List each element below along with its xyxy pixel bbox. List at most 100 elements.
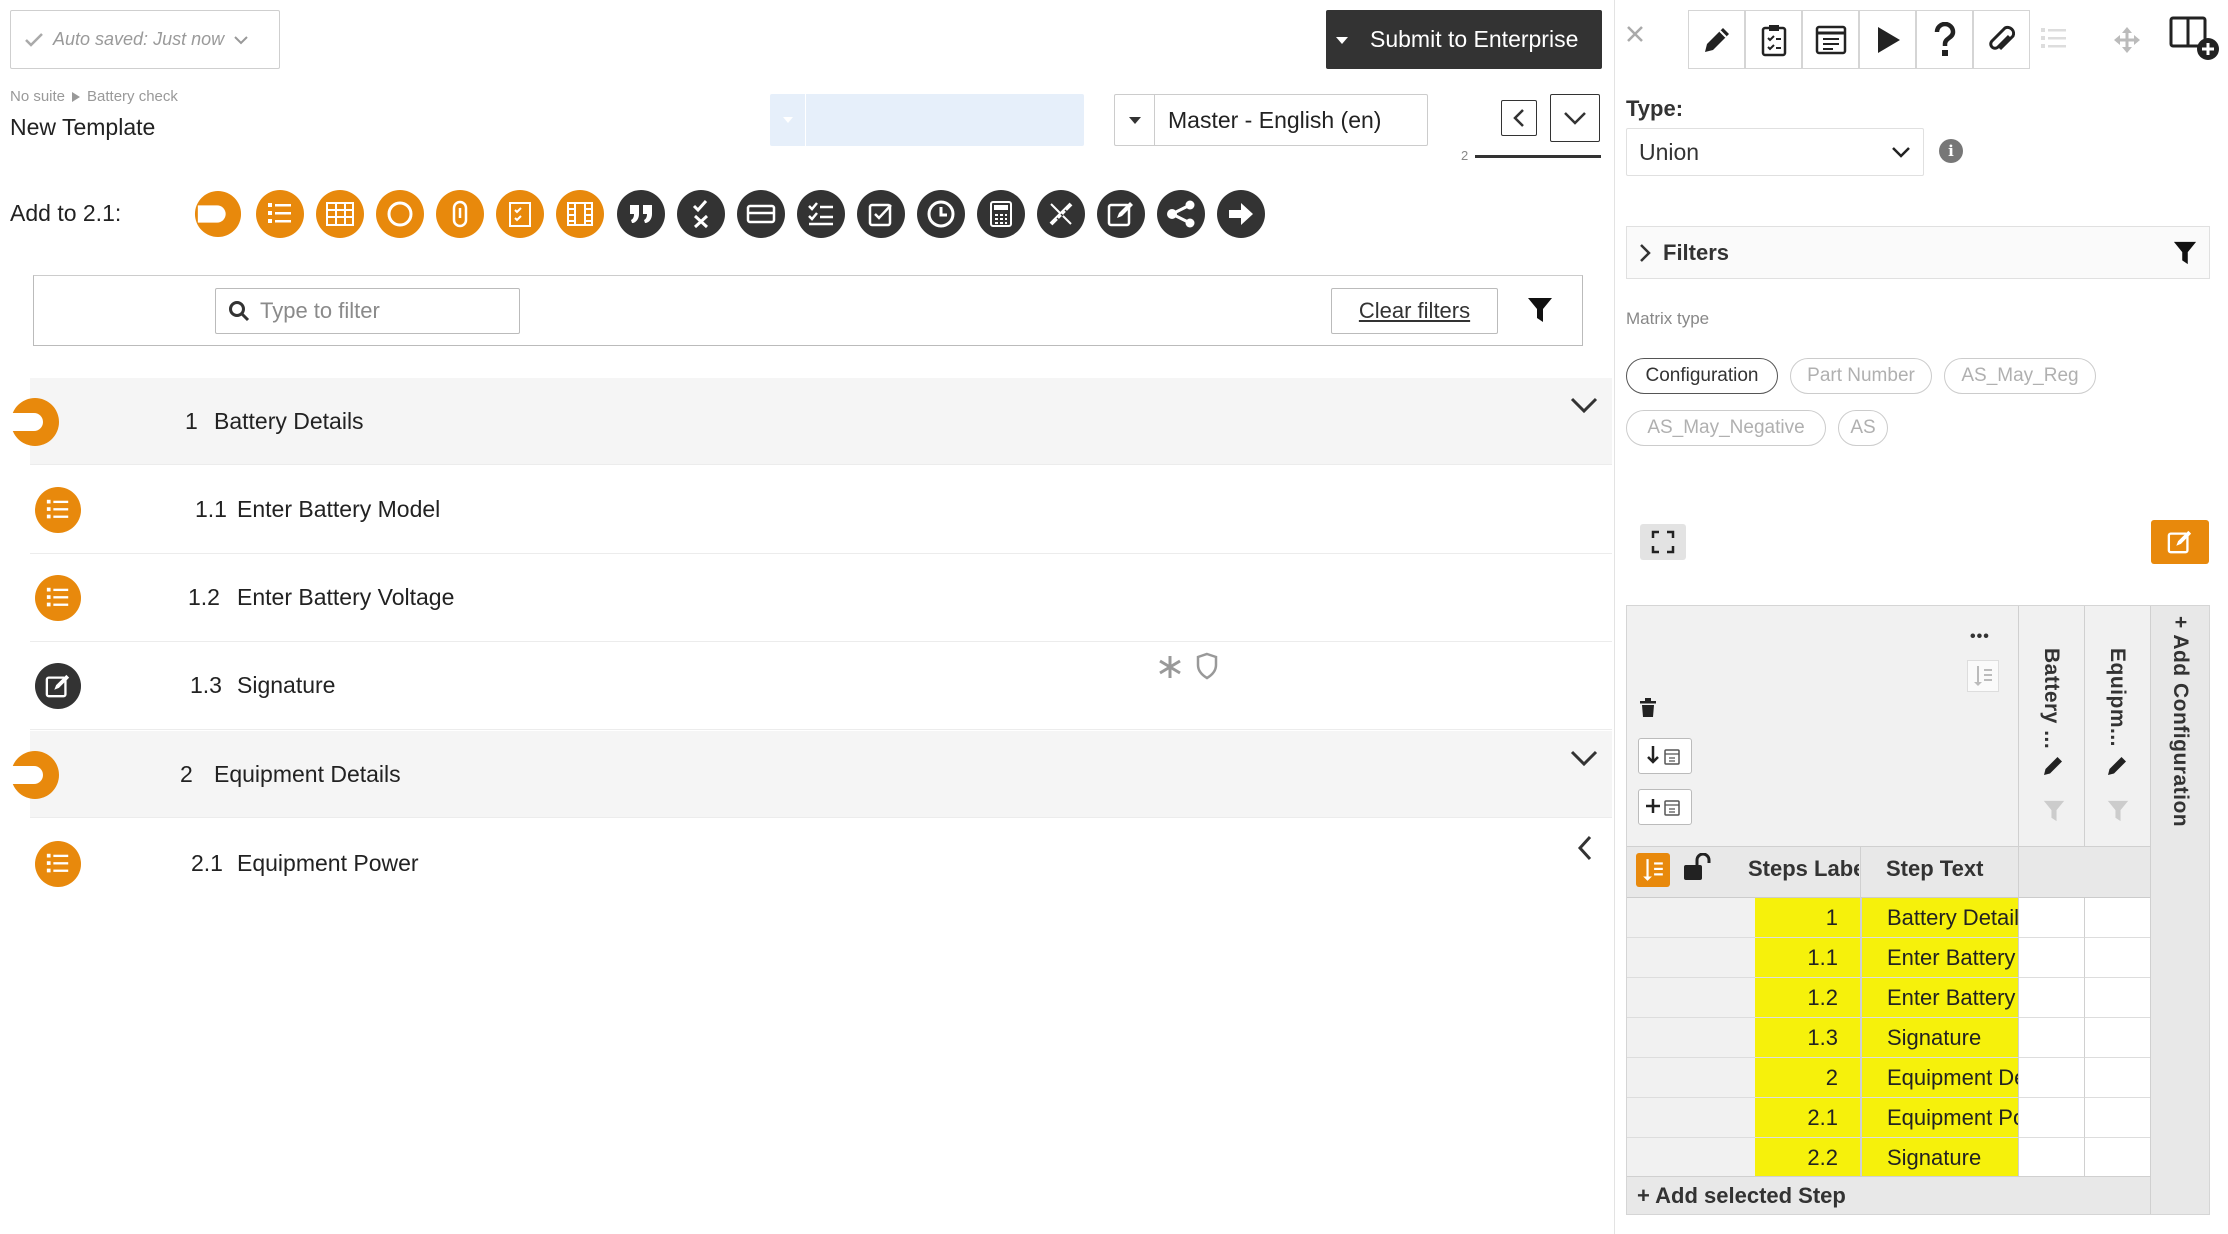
add-configuration-column[interactable]: + Add Configuration <box>2150 606 2209 1214</box>
text-field-icon[interactable] <box>737 190 785 238</box>
move-icon[interactable] <box>2113 26 2141 54</box>
pass-fail-icon[interactable] <box>677 190 725 238</box>
table-icon[interactable] <box>316 190 364 238</box>
matrix-row-select[interactable] <box>1627 898 1755 938</box>
clock-icon[interactable] <box>917 190 965 238</box>
matrix-row-select[interactable] <box>1627 1058 1755 1098</box>
chip-as[interactable]: AS <box>1838 410 1888 446</box>
matrix-cell[interactable] <box>2018 978 2084 1018</box>
section-icon[interactable] <box>194 190 242 238</box>
info-icon[interactable]: i <box>1939 139 1963 163</box>
step-row-1-2[interactable]: 1.2 Enter Battery Voltage <box>30 554 1612 642</box>
matrix-cell[interactable] <box>2018 1098 2084 1138</box>
filter-funnel-icon[interactable] <box>2107 799 2129 823</box>
step-row-2-1[interactable]: 2.1 Equipment Power <box>30 819 1612 907</box>
matrix-row[interactable]: 1.1Enter Battery Model <box>1627 938 2150 978</box>
matrix-cell[interactable] <box>2018 938 2084 978</box>
more-icon[interactable]: ••• <box>1970 628 1990 646</box>
chip-configuration[interactable]: Configuration <box>1626 358 1778 394</box>
chip-as-may-negative[interactable]: AS_May_Negative <box>1626 410 1826 446</box>
clipboard-tool-button[interactable] <box>1745 10 1802 69</box>
pencil-icon[interactable] <box>2105 754 2129 778</box>
filter-funnel-icon[interactable] <box>1527 296 1553 324</box>
pencil-icon[interactable] <box>2041 754 2065 778</box>
caret-down-icon[interactable] <box>1326 10 1358 69</box>
matrix-row[interactable]: 2Equipment Details <box>1627 1058 2150 1098</box>
matrix-row-select[interactable] <box>1627 1138 1755 1178</box>
filters-header[interactable]: Filters <box>1626 226 2210 279</box>
filter-input[interactable]: Type to filter <box>215 288 520 334</box>
sort-button[interactable] <box>1636 853 1670 887</box>
clear-filters-button[interactable]: Clear filters <box>1331 288 1498 334</box>
matrix-cell[interactable] <box>2084 978 2150 1018</box>
calculator-icon[interactable] <box>977 190 1025 238</box>
quote-icon[interactable] <box>617 190 665 238</box>
insert-step-button[interactable] <box>1638 738 1692 774</box>
matrix-row-select[interactable] <box>1627 978 1755 1018</box>
matrix-row-select[interactable] <box>1627 938 1755 978</box>
arrow-right-icon[interactable] <box>1217 190 1265 238</box>
run-tool-button[interactable] <box>1859 10 1916 69</box>
add-panel-icon[interactable] <box>2168 14 2222 62</box>
breadcrumb-item[interactable]: Battery check <box>87 88 178 105</box>
step-text-header[interactable]: Step Text <box>1886 856 1983 882</box>
matrix-row-select[interactable] <box>1627 1018 1755 1058</box>
matrix-cell[interactable] <box>2084 1018 2150 1058</box>
prev-step-button[interactable] <box>1501 100 1537 136</box>
matrix-row[interactable]: 1.3 Signature <box>1627 1018 2150 1058</box>
numbered-list-icon[interactable] <box>256 190 304 238</box>
next-step-dropdown[interactable] <box>1550 94 1600 142</box>
chip-part-number[interactable]: Part Number <box>1790 358 1932 394</box>
chevron-down-icon[interactable] <box>1570 396 1598 414</box>
attach-tool-button[interactable] <box>1973 10 2030 69</box>
matrix-cell[interactable] <box>2084 1098 2150 1138</box>
matrix-cell[interactable] <box>2018 1058 2084 1098</box>
add-selected-step-button[interactable]: + Add selected Step <box>1627 1176 2150 1214</box>
matrix-cell[interactable] <box>2018 898 2084 938</box>
matrix-row-select[interactable] <box>1627 1098 1755 1138</box>
language-select[interactable]: Master - English (en) <box>1114 94 1428 146</box>
matrix-row[interactable]: 1 Battery Details <box>1627 898 2150 938</box>
help-tool-button[interactable] <box>1916 10 1973 69</box>
circle-icon[interactable] <box>376 190 424 238</box>
step-row-1-1[interactable]: 1.1 Enter Battery Model <box>30 466 1612 554</box>
measure-icon[interactable] <box>1037 190 1085 238</box>
edit-matrix-button[interactable] <box>2151 520 2209 564</box>
matrix-cell[interactable] <box>2084 898 2150 938</box>
matrix-row[interactable]: 1.2Enter Battery Voltage <box>1627 978 2150 1018</box>
edit-tool-button[interactable] <box>1688 10 1745 69</box>
step-row-1-3[interactable]: 1.3 Signature <box>30 642 1612 730</box>
column-header-equipment[interactable]: Equipm... <box>2084 606 2150 846</box>
attachment-icon[interactable] <box>436 190 484 238</box>
type-select[interactable]: Union <box>1626 128 1924 176</box>
matrix-cell[interactable] <box>2084 1138 2150 1178</box>
close-icon[interactable] <box>1625 24 1645 44</box>
chevron-down-icon[interactable] <box>1570 749 1598 767</box>
filter-funnel-icon[interactable] <box>2043 799 2065 823</box>
multi-check-icon[interactable] <box>797 190 845 238</box>
blue-select[interactable] <box>770 94 1084 146</box>
checkbox-icon[interactable] <box>857 190 905 238</box>
signature-icon[interactable] <box>1097 190 1145 238</box>
breadcrumb-suite[interactable]: No suite <box>10 88 65 105</box>
chip-as-may-reg[interactable]: AS_May_Reg <box>1944 358 2096 394</box>
filter-funnel-icon[interactable] <box>2173 240 2197 266</box>
step-row-2[interactable]: 2 Equipment Details <box>30 731 1612 818</box>
chevron-left-icon[interactable] <box>1577 835 1593 861</box>
trash-icon[interactable] <box>1639 698 1657 718</box>
matrix-cell[interactable] <box>2084 1058 2150 1098</box>
film-icon[interactable] <box>556 190 604 238</box>
matrix-cell[interactable] <box>2018 1018 2084 1058</box>
column-header-battery[interactable]: Battery ... <box>2018 606 2084 846</box>
steps-label-header[interactable]: Steps Label <box>1748 856 1859 882</box>
share-branch-icon[interactable] <box>1157 190 1205 238</box>
matrix-row[interactable]: 2.2 Signature <box>1627 1138 2150 1178</box>
add-step-button[interactable] <box>1638 789 1692 825</box>
matrix-cell[interactable] <box>2084 938 2150 978</box>
autosave-dropdown[interactable]: Auto saved: Just now <box>10 10 280 69</box>
checklist-icon[interactable] <box>496 190 544 238</box>
unlock-icon[interactable] <box>1682 853 1712 883</box>
step-row-1[interactable]: 1 Battery Details <box>30 378 1612 465</box>
calendar-list-tool-button[interactable] <box>1802 10 1859 69</box>
submit-to-enterprise-button[interactable]: Submit to Enterprise <box>1326 10 1602 69</box>
